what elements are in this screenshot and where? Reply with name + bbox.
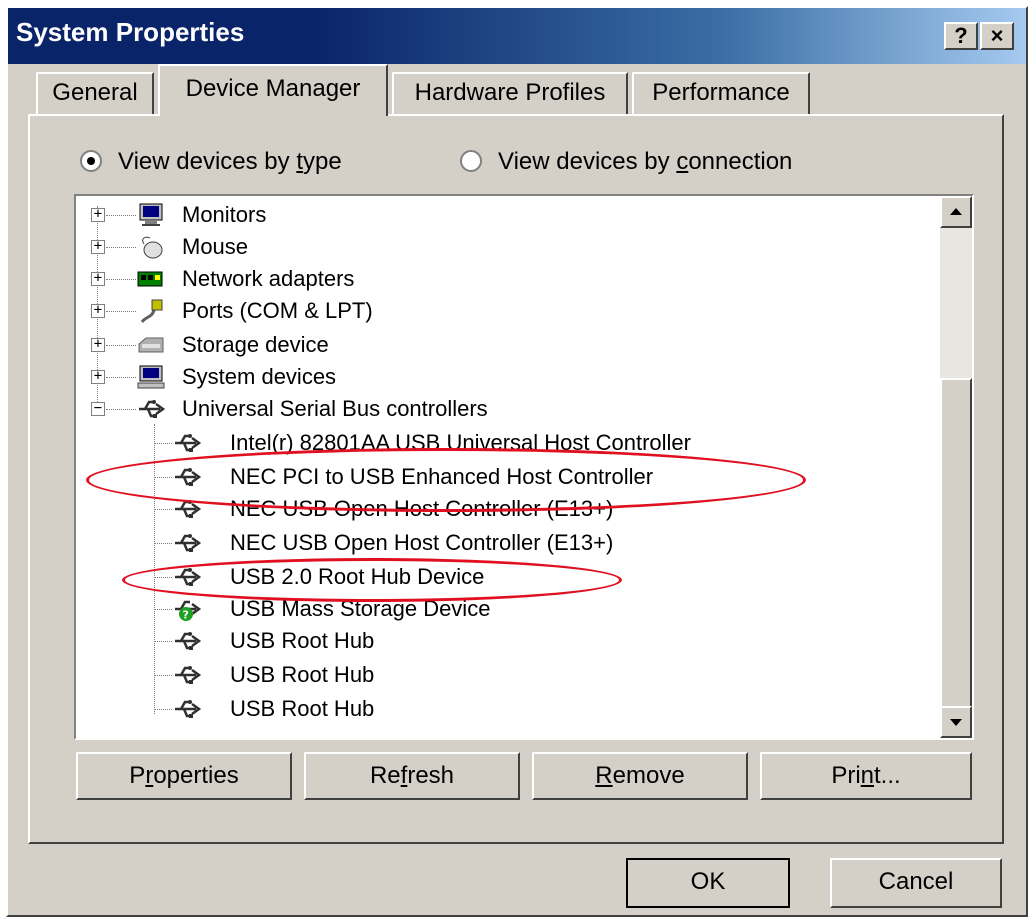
tree-item-label: Monitors	[182, 202, 267, 227]
usb-icon	[175, 632, 202, 650]
title-bar[interactable]: System Properties ? ×	[8, 8, 1026, 64]
computer-icon	[137, 365, 165, 389]
refresh-button[interactable]: Refresh	[304, 752, 520, 800]
port-icon	[140, 299, 163, 323]
usb-device-label: NEC USB Open Host Controller (E13+)	[230, 530, 614, 555]
tab-hardware-profiles[interactable]: Hardware Profiles	[392, 72, 628, 114]
tree-item-label: Mouse	[182, 234, 249, 259]
usb-icon	[175, 434, 202, 452]
expand-icon[interactable]: +	[91, 303, 105, 318]
help-button[interactable]: ?	[944, 22, 978, 50]
expand-icon[interactable]: +	[91, 207, 105, 222]
tree-item-label: Universal Serial Bus controllers	[182, 396, 488, 421]
usb-device-label: USB Root Hub	[230, 628, 375, 653]
usb-icon	[175, 666, 202, 684]
mouse-icon	[142, 236, 163, 259]
usb-icon	[139, 400, 166, 418]
scroll-thumb[interactable]	[940, 378, 972, 708]
expand-icon[interactable]: +	[91, 271, 105, 286]
tab-performance[interactable]: Performance	[632, 72, 810, 114]
cancel-button[interactable]: Cancel	[830, 858, 1002, 908]
annotation-ellipse-nec-enhanced	[86, 448, 806, 512]
storage-icon	[138, 337, 164, 353]
radio-circle-unselected[interactable]	[460, 150, 482, 172]
tree-item-label: Network adapters	[182, 266, 355, 291]
annotation-ellipse-usb2-root-hub	[122, 558, 622, 602]
tab-device-manager[interactable]: Device Manager	[158, 64, 388, 116]
usb-device-label: USB Root Hub	[230, 696, 375, 721]
monitor-icon	[139, 203, 163, 226]
network-adapter-icon	[137, 271, 163, 287]
arrow-up-icon	[950, 208, 962, 215]
tab-general[interactable]: General	[36, 72, 154, 114]
scroll-up-button[interactable]	[940, 196, 972, 228]
window-title: System Properties	[16, 17, 245, 47]
usb-icon	[175, 700, 202, 718]
properties-button[interactable]: Properties	[76, 752, 292, 800]
usb-device-label: USB Root Hub	[230, 662, 375, 687]
radio-label-by-type: View devices by type	[118, 148, 342, 175]
vertical-scrollbar[interactable]	[940, 196, 972, 738]
close-button[interactable]: ×	[980, 22, 1014, 50]
tree-item-label: System devices	[182, 364, 337, 389]
svg-text:?: ?	[183, 609, 189, 622]
ok-button[interactable]: OK	[626, 858, 790, 908]
expand-icon[interactable]: +	[91, 239, 105, 254]
radio-circle-selected[interactable]	[80, 150, 102, 172]
print-button[interactable]: Print...	[760, 752, 972, 800]
tree-item-label: Storage device	[182, 332, 329, 357]
radio-label-by-connection: View devices by connection	[498, 148, 793, 175]
arrow-down-icon	[950, 719, 962, 726]
collapse-icon[interactable]: −	[91, 401, 105, 416]
remove-button[interactable]: Remove	[532, 752, 748, 800]
tree-item-label: Ports (COM & LPT)	[182, 298, 373, 323]
expand-icon[interactable]: +	[91, 369, 105, 384]
usb-question-icon: ?	[175, 600, 202, 622]
scroll-down-button[interactable]	[940, 706, 972, 738]
expand-icon[interactable]: +	[91, 337, 105, 352]
usb-icon	[175, 534, 202, 552]
